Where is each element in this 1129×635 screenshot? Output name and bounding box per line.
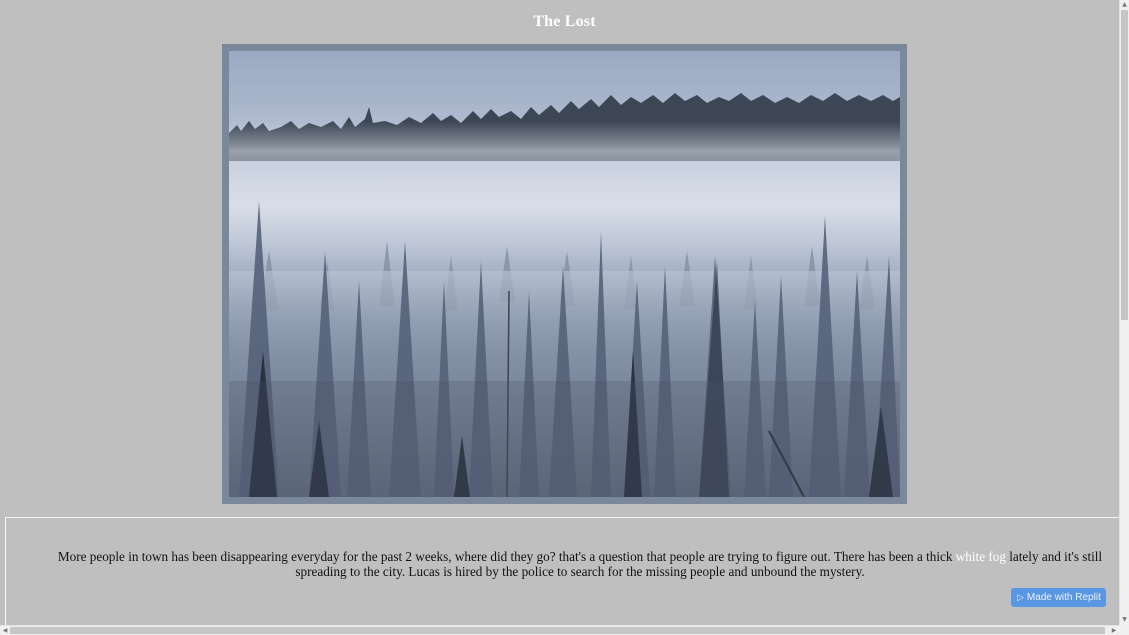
page-title: The Lost: [533, 13, 596, 30]
story-text-before: More people in town has been disappearin…: [57, 549, 956, 564]
image-frame: [222, 44, 907, 504]
horizontal-scroll-thumb[interactable]: [10, 627, 1105, 634]
story-highlight: white fog: [955, 549, 1006, 564]
vertical-scrollbar[interactable]: ▲ ▼: [1119, 0, 1129, 625]
page: The Lost More people in town has been di…: [0, 0, 1119, 625]
scroll-left-icon[interactable]: ◀: [0, 626, 10, 635]
scroll-up-icon[interactable]: ▲: [1120, 0, 1129, 10]
vertical-scroll-thumb[interactable]: [1121, 10, 1128, 320]
badge-label: Made with Replit: [1026, 592, 1101, 603]
scroll-down-icon[interactable]: ▼: [1120, 615, 1129, 625]
forest-fog-image: [229, 51, 900, 497]
scrollbar-corner: [1119, 625, 1129, 635]
scroll-right-icon[interactable]: ▶: [1109, 626, 1119, 635]
story-paragraph: More people in town has been disappearin…: [50, 549, 1110, 579]
horizontal-scrollbar[interactable]: ◀ ▶: [0, 625, 1119, 635]
made-with-replit-badge[interactable]: ▷ Made with Replit: [1011, 588, 1106, 607]
replit-icon: ▷: [1017, 592, 1024, 602]
